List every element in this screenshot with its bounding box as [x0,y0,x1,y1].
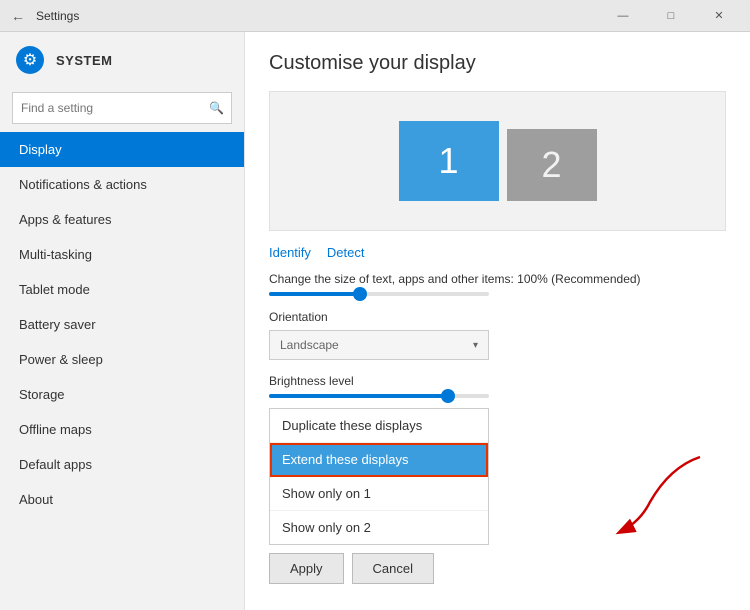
close-button[interactable]: ✕ [696,0,742,32]
sidebar-item-storage[interactable]: Storage [0,377,244,412]
display-preview: 1 2 [269,91,726,231]
titlebar: ← Settings — □ ✕ [0,0,750,32]
monitor-1[interactable]: 1 [399,121,499,201]
page-title: Customise your display [269,52,726,75]
apply-button[interactable]: Apply [269,553,344,584]
titlebar-controls: — □ ✕ [600,0,742,32]
sidebar-search-container: 🔍 [12,92,232,124]
display-options-dropdown: Duplicate these displaysExtend these dis… [269,408,489,545]
app-container: ⚙ SYSTEM 🔍 DisplayNotifications & action… [0,32,750,610]
monitor-2[interactable]: 2 [507,129,597,201]
sidebar-item-power--sleep[interactable]: Power & sleep [0,342,244,377]
link-row: Identify Detect [269,245,726,260]
sidebar-app-title: SYSTEM [56,53,112,68]
sidebar-item-battery-saver[interactable]: Battery saver [0,307,244,342]
back-button[interactable]: ← [8,6,28,26]
button-row: Apply Cancel [269,553,726,584]
display-option-3[interactable]: Show only on 2 [270,511,488,544]
content-area: Customise your display 1 2 Identify Dete… [245,32,750,610]
brightness-slider[interactable] [269,394,489,398]
sidebar-item-default-apps[interactable]: Default apps [0,447,244,482]
sidebar-item-notifications--actions[interactable]: Notifications & actions [0,167,244,202]
sidebar-header: ⚙ SYSTEM [0,32,244,88]
annotation-arrow [600,447,720,550]
sidebar-item-multi-tasking[interactable]: Multi-tasking [0,237,244,272]
sidebar-item-about[interactable]: About [0,482,244,517]
search-icon: 🔍 [209,101,224,115]
minimize-button[interactable]: — [600,0,646,32]
display-option-1[interactable]: Extend these displays [270,443,488,477]
detect-link[interactable]: Detect [327,245,365,260]
dropdown-arrow-icon: ▾ [473,340,478,351]
cancel-button[interactable]: Cancel [352,553,434,584]
sidebar-item-apps--features[interactable]: Apps & features [0,202,244,237]
gear-icon: ⚙ [16,46,44,74]
brightness-label: Brightness level [269,374,726,388]
scale-slider[interactable] [269,292,489,296]
maximize-button[interactable]: □ [648,0,694,32]
orientation-dropdown[interactable]: Landscape ▾ [269,330,489,360]
sidebar-item-tablet-mode[interactable]: Tablet mode [0,272,244,307]
orientation-value: Landscape [280,338,339,352]
sidebar-item-display[interactable]: Display [0,132,244,167]
sidebar-item-offline-maps[interactable]: Offline maps [0,412,244,447]
titlebar-left: ← Settings [8,6,79,26]
scale-label: Change the size of text, apps and other … [269,272,726,286]
sidebar: ⚙ SYSTEM 🔍 DisplayNotifications & action… [0,32,245,610]
orientation-label: Orientation [269,310,726,324]
display-option-0[interactable]: Duplicate these displays [270,409,488,443]
identify-link[interactable]: Identify [269,245,311,260]
search-input[interactable] [12,92,232,124]
display-option-2[interactable]: Show only on 1 [270,477,488,511]
sidebar-nav: DisplayNotifications & actionsApps & fea… [0,132,244,610]
titlebar-title: Settings [36,9,79,23]
